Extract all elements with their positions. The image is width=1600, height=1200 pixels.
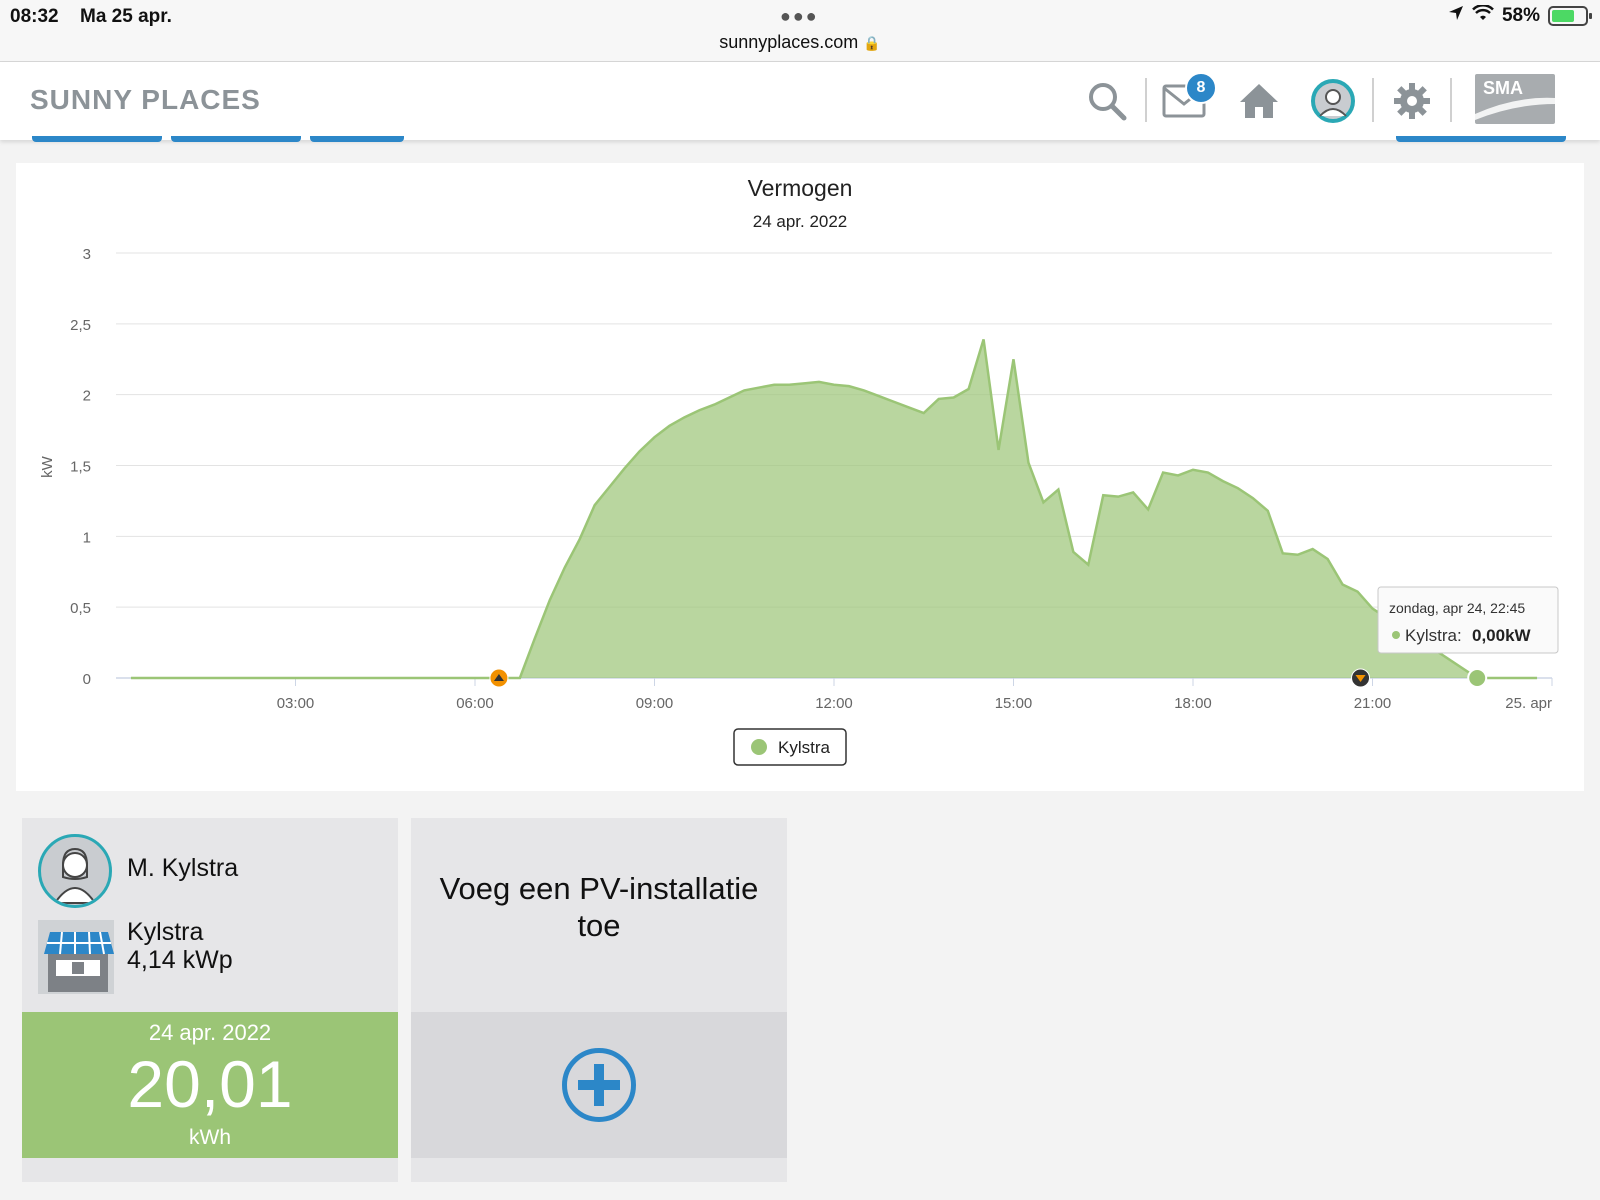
- nav-tab[interactable]: [171, 136, 301, 142]
- app-header: SUNNY PLACES 8 SMA: [0, 62, 1600, 140]
- daily-yield-panel: 24 apr. 2022 20,01 kWh: [22, 1012, 398, 1158]
- tooltip-value: 0,00kW: [1472, 626, 1532, 645]
- nav-tab[interactable]: [1396, 136, 1566, 142]
- owner-avatar: [38, 834, 112, 908]
- status-indicators: 58%: [1448, 4, 1592, 27]
- wifi-icon: [1472, 4, 1494, 27]
- yield-value: 20,01: [127, 1047, 293, 1121]
- x-tick-label: 18:00: [1174, 695, 1212, 712]
- x-tick-label: 12:00: [815, 695, 853, 712]
- chart-title: Vermogen: [748, 175, 853, 201]
- add-pv-installation-tile[interactable]: Voeg een PV-installatie toe: [411, 818, 787, 1182]
- lock-icon: 🔒: [863, 35, 881, 51]
- location-icon: [1448, 5, 1464, 27]
- owner-name: M. Kylstra: [127, 854, 239, 882]
- add-pv-installation-button[interactable]: [562, 1048, 636, 1122]
- messages-badge: 8: [1185, 72, 1217, 104]
- search-icon[interactable]: [1080, 74, 1134, 128]
- series-area: [130, 339, 1538, 678]
- tooltip-series-dot: [1392, 631, 1400, 639]
- yield-date: 24 apr. 2022: [148, 1020, 272, 1045]
- x-tick-label: 15:00: [995, 695, 1033, 712]
- status-time: 08:32: [10, 6, 59, 27]
- plant-name: Kylstra: [127, 918, 204, 946]
- tooltip-title: zondag, apr 24, 22:45: [1389, 600, 1525, 616]
- chart-subtitle: 24 apr. 2022: [753, 212, 848, 231]
- legend-swatch: [751, 739, 767, 755]
- add-area: [411, 1012, 787, 1158]
- x-tick-label: 06:00: [456, 695, 494, 712]
- header-divider: [1450, 78, 1452, 122]
- y-tick-label: 1: [83, 529, 91, 546]
- yield-unit: kWh: [189, 1126, 231, 1149]
- browser-status-bar: 08:32 Ma 25 apr. ●●● sunnyplaces.com 🔒 5…: [0, 0, 1600, 62]
- battery-icon: [1548, 6, 1592, 26]
- battery-percent: 58%: [1501, 5, 1540, 26]
- x-tick-label: 09:00: [636, 695, 674, 712]
- y-tick-label: 2: [83, 388, 91, 405]
- url-text: sunnyplaces.com: [719, 32, 859, 52]
- power-chart-card: Vermogen 24 apr. 2022 0 0,5 1 1,5 2 2,5 3 kW 03:00…: [16, 163, 1584, 791]
- plus-icon: [578, 1064, 620, 1106]
- y-axis-label: kW: [39, 455, 56, 478]
- nav-tab[interactable]: [310, 136, 404, 142]
- more-dots-icon[interactable]: ●●●: [780, 6, 819, 27]
- x-tick-label: 21:00: [1354, 695, 1392, 712]
- power-chart[interactable]: Vermogen 24 apr. 2022 0 0,5 1 1,5 2 2,5 3 kW 03:00…: [16, 163, 1584, 791]
- home-icon[interactable]: [1232, 74, 1286, 128]
- sma-logo[interactable]: SMA: [1475, 74, 1555, 124]
- hover-point: [1467, 668, 1488, 688]
- y-tick-label: 1,5: [70, 459, 91, 476]
- y-tick-label: 0,5: [70, 600, 91, 617]
- status-date: Ma 25 apr.: [80, 6, 172, 27]
- nav-tab[interactable]: [32, 136, 162, 142]
- header-divider: [1145, 78, 1147, 122]
- header-divider: [1372, 78, 1374, 122]
- y-tick-label: 0: [83, 671, 91, 688]
- plant-power: 4,14 kWp: [127, 946, 233, 974]
- tooltip-series-name: Kylstra:: [1405, 626, 1462, 645]
- profile-icon[interactable]: [1306, 74, 1360, 128]
- mail-icon[interactable]: 8: [1157, 72, 1217, 128]
- y-tick-label: 3: [83, 246, 91, 263]
- y-tick-label: 2,5: [70, 317, 91, 334]
- x-tick-label: 25. apr: [1505, 695, 1552, 712]
- pv-plant-icon: [38, 920, 114, 994]
- x-tick-label: 03:00: [277, 695, 315, 712]
- add-pv-installation-label: Voeg een PV-installatie toe: [439, 871, 759, 943]
- sunny-places-logo[interactable]: SUNNY PLACES: [30, 84, 261, 116]
- address-bar[interactable]: sunnyplaces.com 🔒: [0, 32, 1600, 53]
- plant-tile[interactable]: M. Kylstra Kylstra 4,14 kWp 24 apr. 2022…: [22, 818, 398, 1182]
- legend-label: Kylstra: [778, 738, 831, 757]
- gear-icon[interactable]: [1385, 74, 1439, 128]
